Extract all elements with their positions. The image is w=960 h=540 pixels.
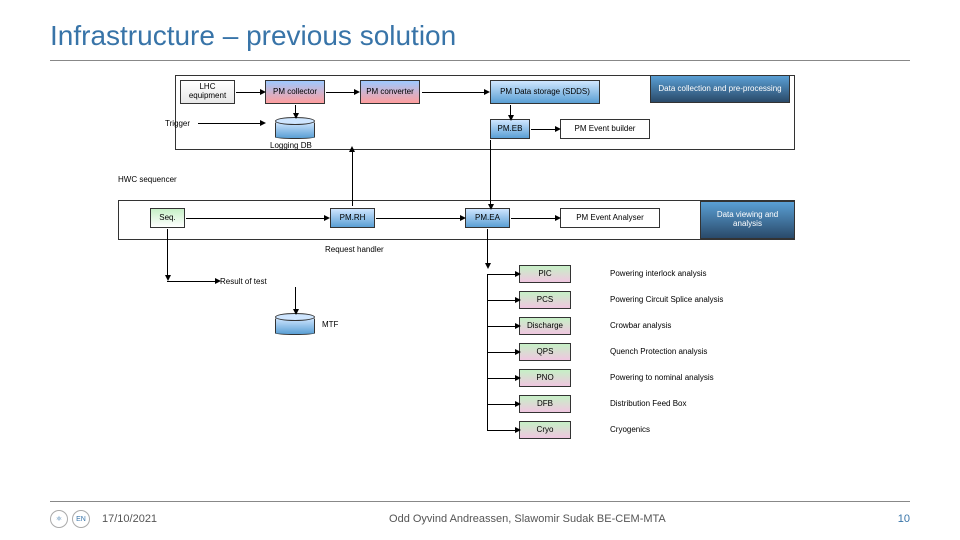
box-analysis-discharge: Discharge	[519, 317, 571, 335]
box-analysis-pno: PNO	[519, 369, 571, 387]
label-logging-db: Logging DB	[270, 141, 312, 150]
footer-author: Odd Oyvind Andreassen, Slawomir Sudak BE…	[389, 513, 666, 525]
arrow	[295, 287, 296, 311]
desc-pno: Powering to nominal analysis	[610, 373, 714, 382]
label-mtf: MTF	[322, 320, 338, 329]
desc-cryo: Cryogenics	[610, 425, 650, 434]
box-pm-ea: PM.EA	[465, 208, 510, 228]
box-seq: Seq.	[150, 208, 185, 228]
arrow	[198, 123, 262, 124]
page-title: Infrastructure – previous solution	[50, 20, 910, 52]
label-trigger: Trigger	[165, 119, 190, 128]
box-data-collection: Data collection and pre-processing	[650, 75, 790, 103]
footer-date: 17/10/2021	[102, 513, 157, 525]
page-number: 10	[898, 513, 910, 525]
frame-data-viewing	[118, 200, 795, 240]
box-analysis-pic: PIC	[519, 265, 571, 283]
box-analysis-qps: QPS	[519, 343, 571, 361]
label-result-of-test: Result of test	[220, 277, 267, 286]
box-data-viewing: Data viewing and analysis	[700, 201, 795, 239]
footer: ⚛EN 17/10/2021 Odd Oyvind Andreassen, Sl…	[50, 501, 910, 530]
desc-discharge: Crowbar analysis	[610, 321, 671, 330]
arrow	[487, 274, 517, 275]
label-hwc-sequencer: HWC sequencer	[118, 175, 177, 184]
arrow	[511, 218, 557, 219]
arrow	[487, 404, 517, 405]
box-pm-eb: PM.EB	[490, 119, 530, 139]
box-pm-event-builder: PM Event builder	[560, 119, 650, 139]
arrow	[487, 378, 517, 379]
arrow	[186, 218, 326, 219]
box-pm-converter: PM converter	[360, 80, 420, 104]
arrow	[487, 326, 517, 327]
arrow	[487, 430, 517, 431]
arrow	[295, 105, 296, 115]
label-request-handler: Request handler	[325, 245, 384, 254]
arrow	[487, 300, 517, 301]
desc-pic: Powering interlock analysis	[610, 269, 707, 278]
box-analysis-dfb: DFB	[519, 395, 571, 413]
desc-pcs: Powering Circuit Splice analysis	[610, 295, 723, 304]
desc-qps: Quench Protection analysis	[610, 347, 707, 356]
arrow	[167, 281, 217, 282]
arrow	[167, 229, 168, 277]
diagram-canvas: LHC equipment PM collector PM converter …	[50, 75, 910, 475]
arrow	[422, 92, 486, 93]
box-pm-datastorage: PM Data storage (SDDS)	[490, 80, 600, 104]
arrow	[531, 129, 557, 130]
box-pm-event-analyser: PM Event Analyser	[560, 208, 660, 228]
cylinder-mtf	[275, 313, 315, 335]
arrow	[376, 218, 462, 219]
arrow	[490, 140, 491, 206]
title-rule	[50, 60, 910, 61]
logo-icon: ⚛EN	[50, 508, 90, 530]
cylinder-logging-db	[275, 117, 315, 139]
arrow	[487, 229, 488, 265]
arrow	[487, 352, 517, 353]
arrow	[326, 92, 356, 93]
desc-dfb: Distribution Feed Box	[610, 399, 686, 408]
box-analysis-cryo: Cryo	[519, 421, 571, 439]
box-pm-collector: PM collector	[265, 80, 325, 104]
arrow	[352, 150, 353, 206]
arrow-stem	[487, 274, 488, 430]
arrow	[510, 105, 511, 117]
box-pm-rh: PM.RH	[330, 208, 375, 228]
box-analysis-pcs: PCS	[519, 291, 571, 309]
arrow	[236, 92, 262, 93]
box-lhc-equipment: LHC equipment	[180, 80, 235, 104]
